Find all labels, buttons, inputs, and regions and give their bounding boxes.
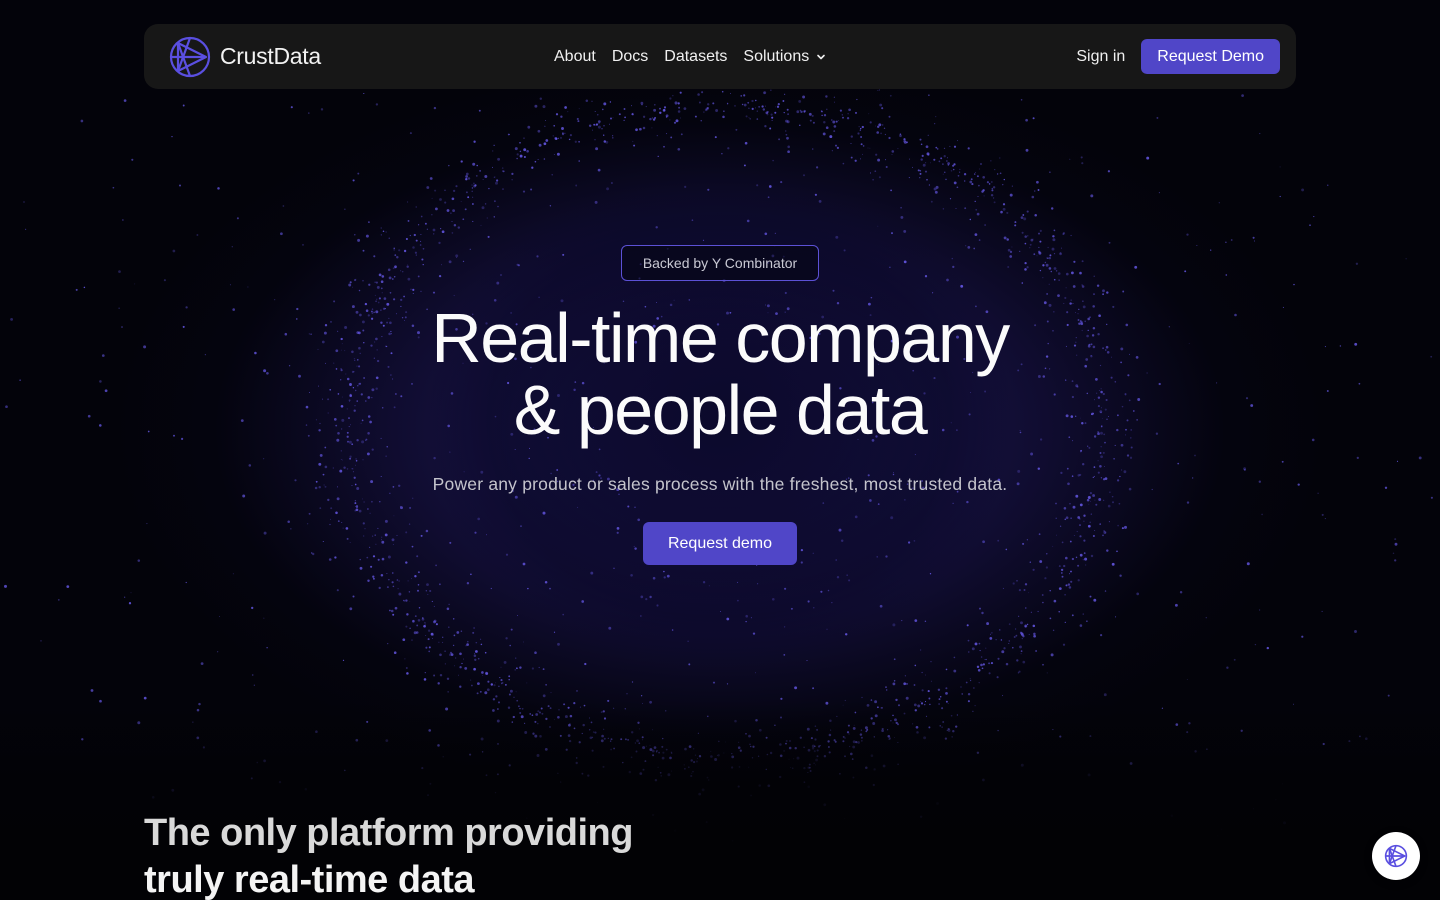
nav-link-datasets[interactable]: Datasets: [664, 48, 727, 66]
yc-badge: Backed by Y Combinator: [621, 245, 819, 281]
section-heading: The only platform providing truly real-t…: [144, 810, 764, 900]
landing-page: CrustData About Docs Datasets Solutions …: [0, 0, 1440, 900]
crustdata-logo-icon: [168, 35, 212, 79]
chat-widget-button[interactable]: [1372, 832, 1420, 880]
hero-title-line1: Real-time company: [431, 299, 1010, 377]
brand-name: CrustData: [220, 43, 321, 69]
top-navbar: CrustData About Docs Datasets Solutions …: [144, 24, 1296, 89]
nav-link-about[interactable]: About: [554, 48, 596, 66]
section-heading-line2: truly real-time data: [144, 859, 475, 900]
section-heading-line1: The only platform providing: [144, 812, 633, 854]
hero-title: Real-time company & people data: [320, 302, 1120, 446]
chevron-down-icon: [817, 54, 826, 59]
hero-subtitle: Power any product or sales process with …: [432, 474, 1008, 494]
hero-request-demo-button[interactable]: Request demo: [643, 522, 797, 565]
nav-link-solutions-label: Solutions: [743, 47, 810, 65]
nav-link-solutions[interactable]: Solutions: [743, 48, 827, 66]
nav-links: About Docs Datasets Solutions: [554, 24, 827, 89]
request-demo-button[interactable]: Request Demo: [1141, 39, 1280, 74]
nav-actions: Sign in Request Demo: [1076, 39, 1280, 74]
hero-title-line2: & people data: [513, 371, 928, 449]
brand-logo[interactable]: CrustData: [168, 35, 321, 79]
crustdata-chat-icon: [1384, 844, 1408, 868]
nav-link-docs[interactable]: Docs: [612, 48, 648, 66]
sign-in-link[interactable]: Sign in: [1076, 48, 1125, 66]
